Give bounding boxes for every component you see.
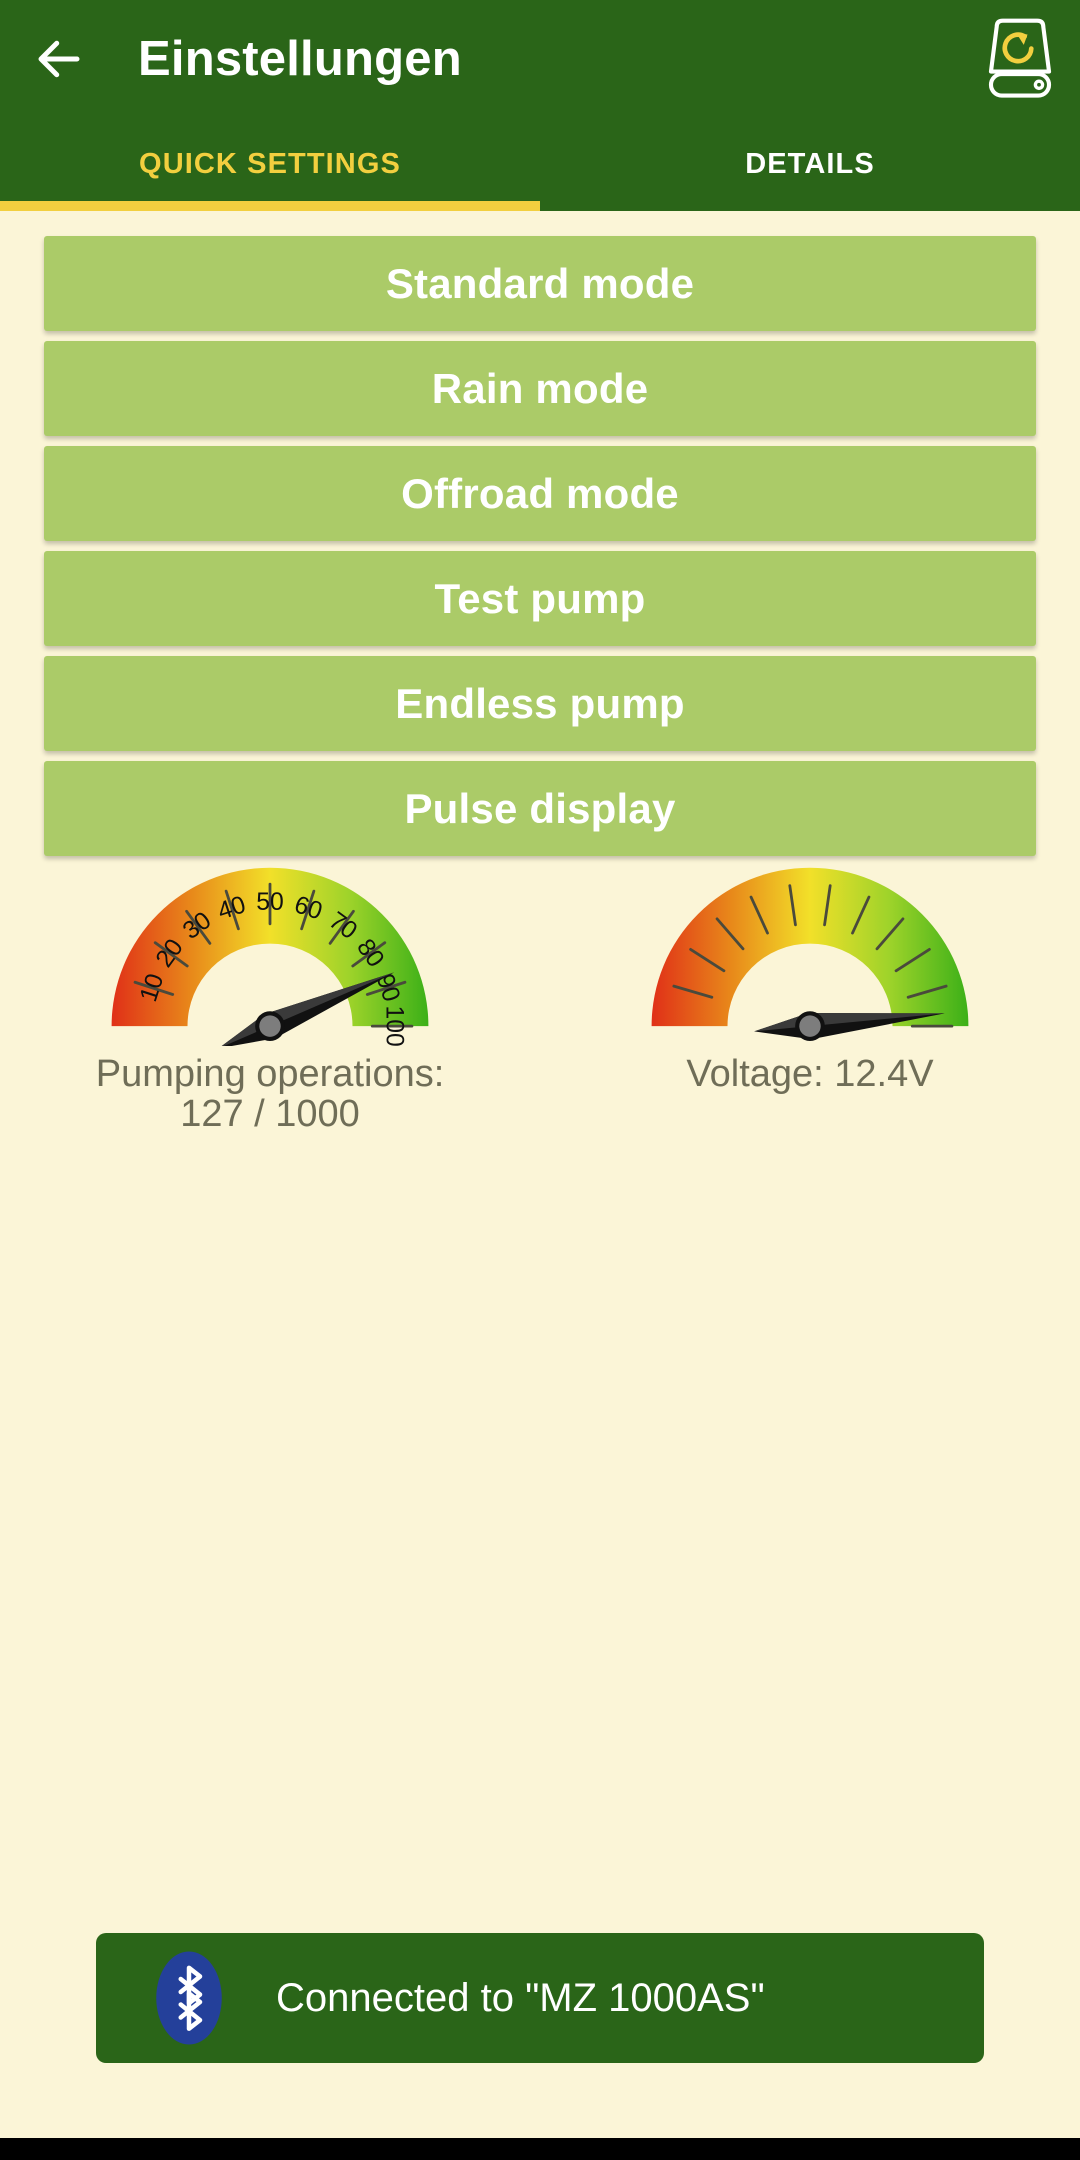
gauge-svg: 10203040 50 60708090100 bbox=[111, 867, 429, 1049]
device-reset-button[interactable] bbox=[960, 0, 1080, 118]
caption-line-1: Voltage: 12.4V bbox=[686, 1053, 934, 1095]
tab-active-indicator bbox=[0, 201, 540, 211]
bluetooth-status-text: Connected to "MZ 1000AS" bbox=[276, 1975, 765, 2020]
gauge-row: 10 20 30 40 50 60 70 80 90 100 Pumping operations… bbox=[0, 861, 1080, 1161]
button-label: Pulse display bbox=[404, 784, 676, 832]
rain-mode-button[interactable]: Rain mode bbox=[44, 341, 1036, 436]
pumping-operations-caption: Pumping operations: 127 / 1000 bbox=[95, 1053, 445, 1135]
voltage-gauge-dial bbox=[645, 861, 975, 1041]
quick-settings-button-list: Standard mode Rain mode Offroad mode Tes… bbox=[44, 236, 1036, 866]
app-screen: Einstellungen QUICK SETTINGS DETAILS Sta… bbox=[0, 0, 1080, 2160]
device-reset-icon bbox=[988, 18, 1052, 98]
svg-text:100: 100 bbox=[380, 1005, 407, 1046]
pulse-display-button[interactable]: Pulse display bbox=[44, 761, 1036, 856]
voltage-caption: Voltage: 12.4V bbox=[686, 1053, 934, 1095]
endless-pump-button[interactable]: Endless pump bbox=[44, 656, 1036, 751]
bluetooth-icon-wrap bbox=[154, 1948, 224, 2048]
pumping-operations-gauge-dial: 10 20 30 40 50 60 70 80 90 100 bbox=[105, 861, 435, 1049]
test-pump-button[interactable]: Test pump bbox=[44, 551, 1036, 646]
caption-line-1: Pumping operations: bbox=[95, 1053, 445, 1095]
gauge-svg bbox=[651, 867, 969, 1041]
voltage-gauge: Voltage: 12.4V bbox=[540, 861, 1080, 1161]
svg-text:50: 50 bbox=[256, 889, 284, 916]
caption-line-2: 127 / 1000 bbox=[180, 1092, 360, 1135]
back-button[interactable] bbox=[0, 0, 118, 118]
content-area: Standard mode Rain mode Offroad mode Tes… bbox=[0, 211, 1080, 2160]
button-label: Rain mode bbox=[431, 364, 649, 412]
button-label: Test pump bbox=[434, 574, 646, 622]
app-bar: Einstellungen bbox=[0, 0, 1080, 118]
tab-quick-settings[interactable]: QUICK SETTINGS bbox=[0, 118, 540, 211]
bluetooth-status-bar[interactable]: Connected to "MZ 1000AS" bbox=[96, 1933, 984, 2063]
offroad-mode-button[interactable]: Offroad mode bbox=[44, 446, 1036, 541]
page-title: Einstellungen bbox=[138, 32, 462, 86]
button-label: Offroad mode bbox=[401, 469, 679, 517]
bluetooth-icon bbox=[156, 1951, 222, 2045]
button-label: Endless pump bbox=[395, 679, 685, 727]
system-navigation-bar bbox=[0, 2138, 1080, 2160]
tab-bar: QUICK SETTINGS DETAILS bbox=[0, 118, 1080, 211]
arrow-left-icon bbox=[38, 40, 80, 78]
pumping-operations-gauge: 10 20 30 40 50 60 70 80 90 100 Pumping operations… bbox=[0, 861, 540, 1161]
standard-mode-button[interactable]: Standard mode bbox=[44, 236, 1036, 331]
tab-details[interactable]: DETAILS bbox=[540, 118, 1080, 211]
button-label: Standard mode bbox=[385, 259, 695, 307]
